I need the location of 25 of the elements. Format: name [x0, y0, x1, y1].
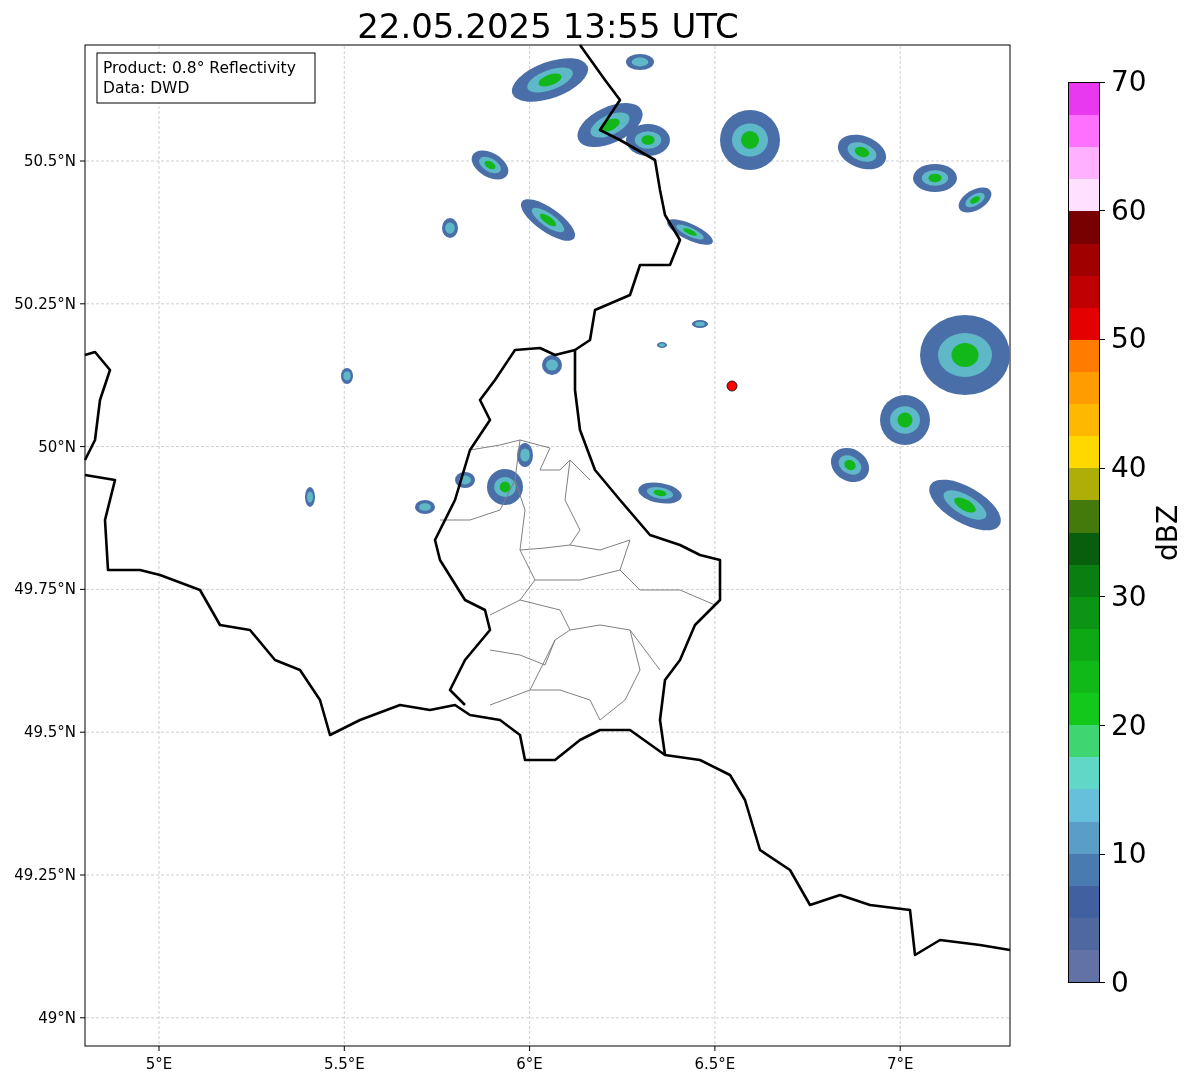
latitude-label: 50.5°N	[23, 152, 76, 170]
colorbar-tick-label: 10	[1111, 839, 1147, 870]
latitude-label: 49.75°N	[14, 580, 76, 599]
longitude-label: 5.5°E	[323, 1055, 365, 1073]
colorbar-tick-label: 30	[1111, 581, 1147, 612]
chart-title: 22.05.2025 13:55 UTC	[357, 6, 739, 46]
latitude-label: 50°N	[38, 437, 76, 456]
info-text: Data: DWD	[103, 79, 190, 97]
colorbar-tick-label: 60	[1111, 195, 1147, 226]
radar-site-marker	[726, 380, 738, 392]
longitude-label: 7°E	[886, 1055, 914, 1073]
colorbar-tick-label: 50	[1111, 324, 1147, 355]
info-text: Product: 0.8° Reflectivity	[103, 59, 296, 77]
colorbar-tick-label: 70	[1111, 67, 1147, 97]
latitude-label: 49.5°N	[23, 723, 76, 742]
latitude-label: 50.25°N	[14, 294, 76, 313]
latitude-label: 49°N	[38, 1008, 76, 1027]
longitude-label: 6°E	[516, 1055, 543, 1073]
latitude-label: 49.25°N	[14, 866, 76, 884]
colorbar-tick-label: 0	[1111, 967, 1129, 998]
longitude-label: 6.5°E	[694, 1055, 736, 1073]
longitude-label: 5°E	[145, 1055, 173, 1073]
colorbar-tick-label: 20	[1111, 710, 1147, 741]
colorbar-title: dBZ	[1150, 504, 1183, 561]
colorbar-tick-label: 40	[1111, 453, 1147, 484]
